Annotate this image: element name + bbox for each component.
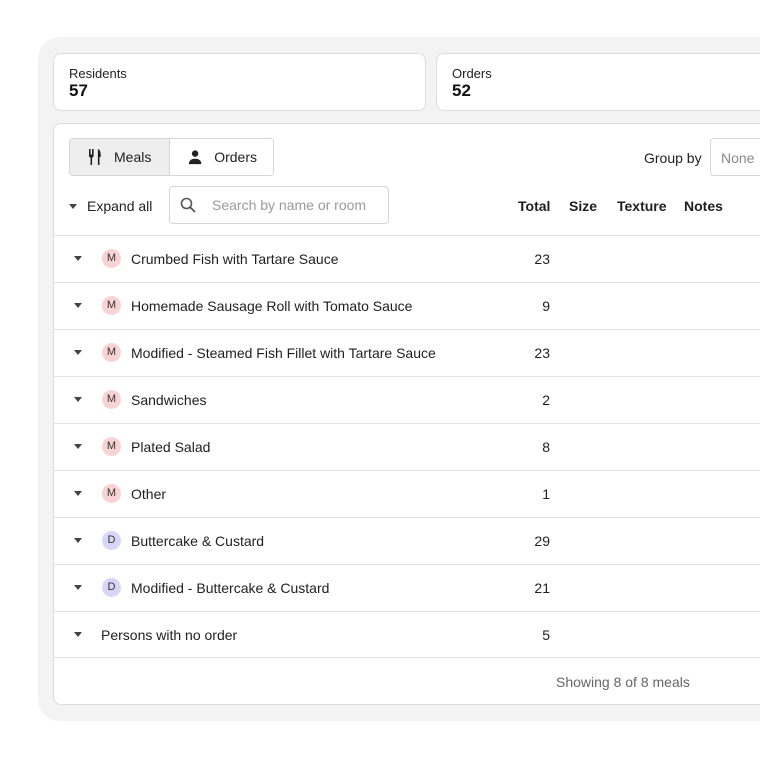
table-footer: Showing 8 of 8 meals [54, 657, 760, 704]
expand-all-label: Expand all [87, 198, 153, 214]
column-header-texture: Texture [617, 198, 667, 214]
orders-tab-label: Orders [214, 149, 257, 165]
row-name: Other [131, 486, 167, 502]
caret-down-icon[interactable] [74, 538, 82, 543]
column-header-size: Size [569, 198, 598, 214]
row-total: 2 [542, 392, 550, 408]
residents-stat-card: Residents 57 [53, 53, 426, 111]
caret-down-icon [69, 203, 77, 209]
meal-badge: M [102, 296, 121, 315]
meal-badge: M [102, 249, 121, 268]
meal-badge: M [102, 390, 121, 409]
orders-label: Orders [452, 66, 492, 81]
caret-down-icon[interactable] [74, 303, 82, 308]
row-total: 5 [542, 627, 550, 643]
table-row[interactable]: M Modified - Steamed Fish Fillet with Ta… [54, 329, 760, 376]
meal-badge: M [102, 343, 121, 362]
meals-table: M Crumbed Fish with Tartare Sauce 23 M H… [54, 235, 760, 658]
row-total: 8 [542, 439, 550, 455]
group-by-label: Group by [644, 150, 702, 166]
expand-all-button[interactable]: Expand all [69, 198, 152, 214]
meal-badge: M [102, 437, 121, 456]
fork-knife-icon [89, 149, 101, 165]
table-row[interactable]: D Buttercake & Custard 29 [54, 517, 760, 564]
table-row[interactable]: D Modified - Buttercake & Custard 21 [54, 564, 760, 611]
dessert-badge: D [102, 531, 121, 550]
row-name: Persons with no order [101, 627, 238, 643]
row-name: Homemade Sausage Roll with Tomato Sauce [131, 298, 413, 314]
table-row[interactable]: M Homemade Sausage Roll with Tomato Sauc… [54, 282, 760, 329]
column-header-total: Total [518, 198, 551, 214]
residents-label: Residents [69, 66, 127, 81]
caret-down-icon[interactable] [74, 397, 82, 402]
row-name: Plated Salad [131, 439, 211, 455]
row-name: Sandwiches [131, 392, 207, 408]
group-by-select[interactable]: None [710, 138, 760, 176]
table-row[interactable]: M Plated Salad 8 [54, 423, 760, 470]
row-total: 23 [534, 345, 550, 361]
residents-count: 57 [69, 81, 88, 100]
table-row[interactable]: M Crumbed Fish with Tartare Sauce 23 [54, 235, 760, 282]
table-row[interactable]: M Sandwiches 2 [54, 376, 760, 423]
dessert-badge: D [102, 578, 121, 597]
meal-badge: M [102, 484, 121, 503]
orders-tab-button[interactable]: Orders [170, 139, 273, 175]
row-total: 21 [534, 580, 550, 596]
search-box[interactable] [169, 186, 389, 224]
orders-stat-card: Orders 52 [436, 53, 760, 111]
column-header-notes: Notes [684, 198, 723, 214]
caret-down-icon[interactable] [74, 444, 82, 449]
meals-tab-button[interactable]: Meals [70, 139, 170, 175]
caret-down-icon[interactable] [74, 491, 82, 496]
row-total: 9 [542, 298, 550, 314]
caret-down-icon[interactable] [74, 256, 82, 261]
table-row-no-order[interactable]: Persons with no order 5 [54, 611, 760, 658]
orders-count: 52 [452, 81, 471, 100]
person-icon [188, 150, 202, 165]
meals-panel: Meals Orders Group by None Expand all To… [53, 123, 760, 705]
row-name: Modified - Steamed Fish Fillet with Tart… [131, 345, 436, 361]
row-name: Modified - Buttercake & Custard [131, 580, 330, 596]
row-total: 29 [534, 533, 550, 549]
row-name: Crumbed Fish with Tartare Sauce [131, 251, 339, 267]
caret-down-icon[interactable] [74, 632, 82, 637]
meals-tab-label: Meals [114, 149, 152, 165]
row-name: Buttercake & Custard [131, 533, 265, 549]
row-total: 1 [542, 486, 550, 502]
row-total: 23 [534, 251, 550, 267]
caret-down-icon[interactable] [74, 585, 82, 590]
showing-count: Showing 8 of 8 meals [556, 674, 690, 690]
caret-down-icon[interactable] [74, 350, 82, 355]
search-input[interactable] [210, 196, 374, 214]
view-toggle: Meals Orders [69, 138, 274, 176]
table-row[interactable]: M Other 1 [54, 470, 760, 517]
search-icon [180, 197, 196, 213]
